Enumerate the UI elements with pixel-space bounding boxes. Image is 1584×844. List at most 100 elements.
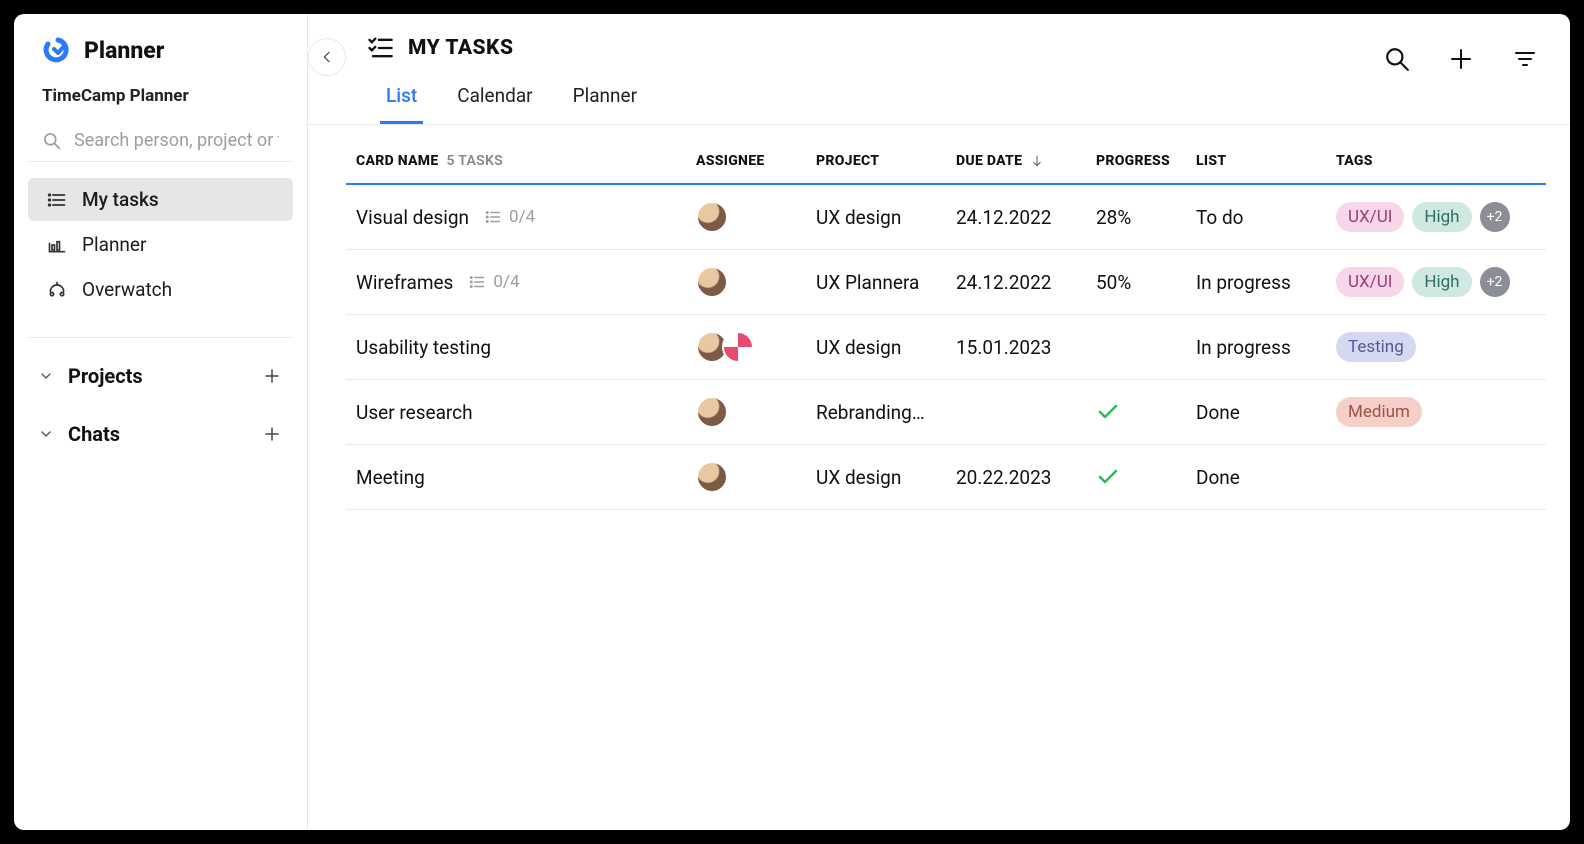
tag-testing[interactable]: Testing (1336, 332, 1416, 362)
sort-down-icon (1030, 154, 1044, 168)
task-name: Visual design (356, 206, 469, 229)
add-projects-button[interactable] (261, 365, 283, 387)
task-name: Wireframes (356, 271, 453, 294)
sidebar-section-chats[interactable]: Chats (28, 414, 293, 454)
sidebar-item-label: My tasks (82, 188, 159, 211)
col-tags[interactable]: TAGS (1336, 153, 1536, 169)
col-progress[interactable]: PROGRESS (1096, 153, 1196, 169)
cell-progress (1096, 465, 1196, 489)
add-chats-button[interactable] (261, 423, 283, 445)
cell-project: Rebranding… (816, 401, 956, 424)
divider (28, 337, 293, 338)
task-name: Usability testing (356, 336, 491, 359)
task-name: Meeting (356, 466, 425, 489)
col-list[interactable]: LIST (1196, 153, 1336, 169)
cell-due-date: 15.01.2023 (956, 336, 1096, 359)
tag-high[interactable]: High (1412, 202, 1471, 232)
tabs: List Calendar Planner (366, 74, 1540, 124)
org-name: TimeCamp Planner (28, 86, 293, 106)
brand-name: Planner (84, 37, 164, 64)
header-actions (1382, 44, 1540, 74)
cell-card-name: Wireframes 0/4 (356, 271, 696, 294)
content-area: CARD NAME 5 TASKS ASSIGNEE PROJECT DUE D… (308, 125, 1570, 830)
search-button[interactable] (1382, 44, 1412, 74)
col-assignee[interactable]: ASSIGNEE (696, 153, 816, 169)
table-row[interactable]: User researchRebranding…DoneMedium (346, 380, 1546, 445)
cell-tags: UX/UI High +2 (1336, 202, 1536, 232)
tasks-table: CARD NAME 5 TASKS ASSIGNEE PROJECT DUE D… (346, 139, 1546, 510)
cell-tags: Medium (1336, 397, 1536, 427)
cell-list: To do (1196, 206, 1336, 229)
cell-list: In progress (1196, 336, 1336, 359)
tasks-icon (46, 189, 68, 211)
avatar[interactable] (722, 331, 754, 363)
page-header: MY TASKS List Calendar Planner (308, 14, 1570, 125)
chevron-down-icon (38, 426, 54, 442)
subtask-count: 0/4 (469, 272, 519, 292)
cell-tags: Testing (1336, 332, 1536, 362)
cell-list: Done (1196, 466, 1336, 489)
avatar[interactable] (696, 461, 728, 493)
page-title: MY TASKS (408, 36, 513, 60)
tags-more-badge[interactable]: +2 (1480, 267, 1510, 297)
sidebar: Planner TimeCamp Planner My tasks Planner… (14, 14, 308, 830)
add-button[interactable] (1446, 44, 1476, 74)
chevron-down-icon (38, 368, 54, 384)
cell-project: UX design (816, 336, 956, 359)
col-card-name[interactable]: CARD NAME 5 TASKS (356, 153, 696, 169)
col-due-date[interactable]: DUE DATE (956, 153, 1096, 169)
avatar[interactable] (696, 266, 728, 298)
col-card-name-label: CARD NAME (356, 153, 439, 169)
avatar[interactable] (696, 396, 728, 428)
main-pane: MY TASKS ListCalendarPlanner CARD (308, 14, 1570, 830)
cell-progress: 28% (1096, 206, 1196, 229)
col-progress-label: PROGRESS (1096, 153, 1170, 169)
table-row[interactable]: Wireframes0/4UX Plannera24.12.202250%In … (346, 250, 1546, 315)
col-list-label: LIST (1196, 153, 1226, 169)
avatar[interactable] (696, 201, 728, 233)
table-row[interactable]: Usability testing UX design15.01.2023 In p… (346, 315, 1546, 380)
tab-calendar[interactable]: Calendar (451, 74, 538, 124)
col-assignee-label: ASSIGNEE (696, 153, 765, 169)
table-row[interactable]: Meeting UX design20.22.2023 Done (346, 445, 1546, 510)
cell-assignee (696, 461, 816, 493)
search-input[interactable] (74, 130, 279, 151)
overwatch-icon (46, 279, 68, 301)
cell-assignee (696, 396, 816, 428)
tab-list[interactable]: List (380, 74, 423, 124)
sidebar-item-label: Overwatch (82, 278, 172, 301)
tags-more-badge[interactable]: +2 (1480, 202, 1510, 232)
tab-planner[interactable]: Planner (567, 74, 643, 124)
tag-ux-ui[interactable]: UX/UI (1336, 202, 1404, 232)
tag-high[interactable]: High (1412, 267, 1471, 297)
table-header: CARD NAME 5 TASKS ASSIGNEE PROJECT DUE D… (346, 139, 1546, 185)
search-icon (42, 131, 62, 151)
cell-assignee (696, 266, 816, 298)
col-project[interactable]: PROJECT (816, 153, 956, 169)
filter-button[interactable] (1510, 44, 1540, 74)
col-tags-label: TAGS (1336, 153, 1373, 169)
section-title: Chats (68, 422, 120, 446)
tag-medium[interactable]: Medium (1336, 397, 1422, 427)
brand-lockup: Planner (28, 34, 293, 66)
cell-project: UX design (816, 466, 956, 489)
sidebar-item-overwatch[interactable]: Overwatch (28, 268, 293, 311)
task-count: 5 TASKS (447, 153, 503, 169)
sidebar-item-label: Planner (82, 233, 146, 256)
cell-progress (1096, 400, 1196, 424)
tag-ux-ui[interactable]: UX/UI (1336, 267, 1404, 297)
subtask-count: 0/4 (485, 207, 535, 227)
cell-assignee (696, 201, 816, 233)
sidebar-collapse-button[interactable] (308, 38, 346, 76)
sidebar-item-my-tasks[interactable]: My tasks (28, 178, 293, 221)
cell-card-name: Visual design 0/4 (356, 206, 696, 229)
cell-due-date: 24.12.2022 (956, 271, 1096, 294)
table-row[interactable]: Visual design0/4UX design24.12.202228%To… (346, 185, 1546, 250)
title-row: MY TASKS (366, 34, 1540, 62)
section-title: Projects (68, 364, 143, 388)
sidebar-section-projects[interactable]: Projects (28, 356, 293, 396)
search-box[interactable] (28, 120, 293, 162)
col-project-label: PROJECT (816, 153, 879, 169)
sidebar-item-planner[interactable]: Planner (28, 223, 293, 266)
cell-due-date: 20.22.2023 (956, 466, 1096, 489)
